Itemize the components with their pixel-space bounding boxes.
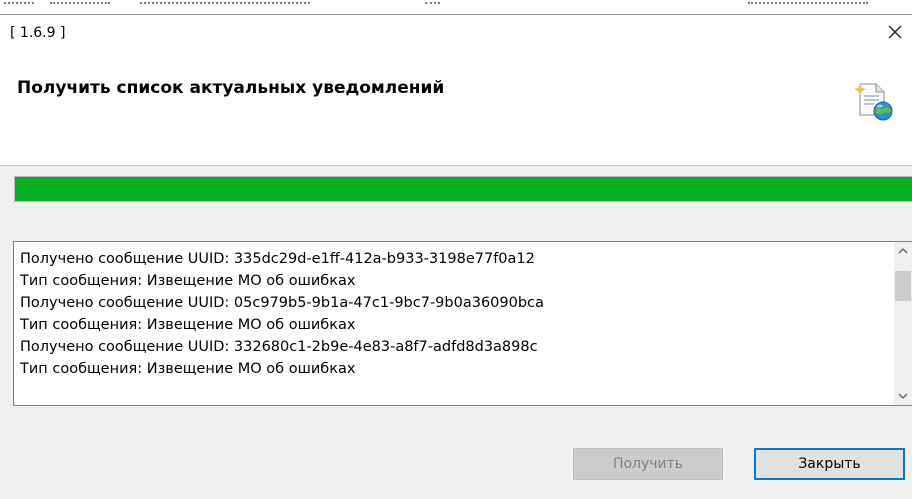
log-line: Получено сообщение UUID: 05c979b5-9b1a-4… [20,295,544,311]
progress-bar [14,176,912,202]
get-button[interactable]: Получить [573,448,723,480]
log-line: Тип сообщения: Извещение МО об ошибках [20,361,356,377]
document-globe-icon [854,81,894,121]
scroll-down-icon[interactable] [894,387,912,405]
log-line: Получено сообщение UUID: 332680c1-2b9e-4… [20,339,538,355]
log-line: Тип сообщения: Извещение МО об ошибках [20,273,356,289]
log-listbox[interactable]: Получено сообщение UUID: 335dc29d-e1ff-4… [13,241,912,406]
log-line: Получено сообщение UUID: 335dc29d-e1ff-4… [20,251,535,267]
close-button[interactable]: Закрыть [754,448,905,480]
close-icon[interactable] [884,21,906,43]
window-title: [ 1.6.9 ] [10,25,66,41]
scroll-thumb[interactable] [895,271,911,301]
scroll-up-icon[interactable] [894,242,912,260]
progress-fill [15,177,912,201]
log-lines: Получено сообщение UUID: 335dc29d-e1ff-4… [20,248,882,380]
page-title: Получить список актуальных уведомлений [17,78,445,98]
log-line: Тип сообщения: Извещение МО об ошибках [20,317,356,333]
vertical-scrollbar[interactable] [894,242,912,405]
dialog-header: [ 1.6.9 ] Получить список актуальных уве… [0,15,912,166]
background-window-strip [0,0,912,15]
